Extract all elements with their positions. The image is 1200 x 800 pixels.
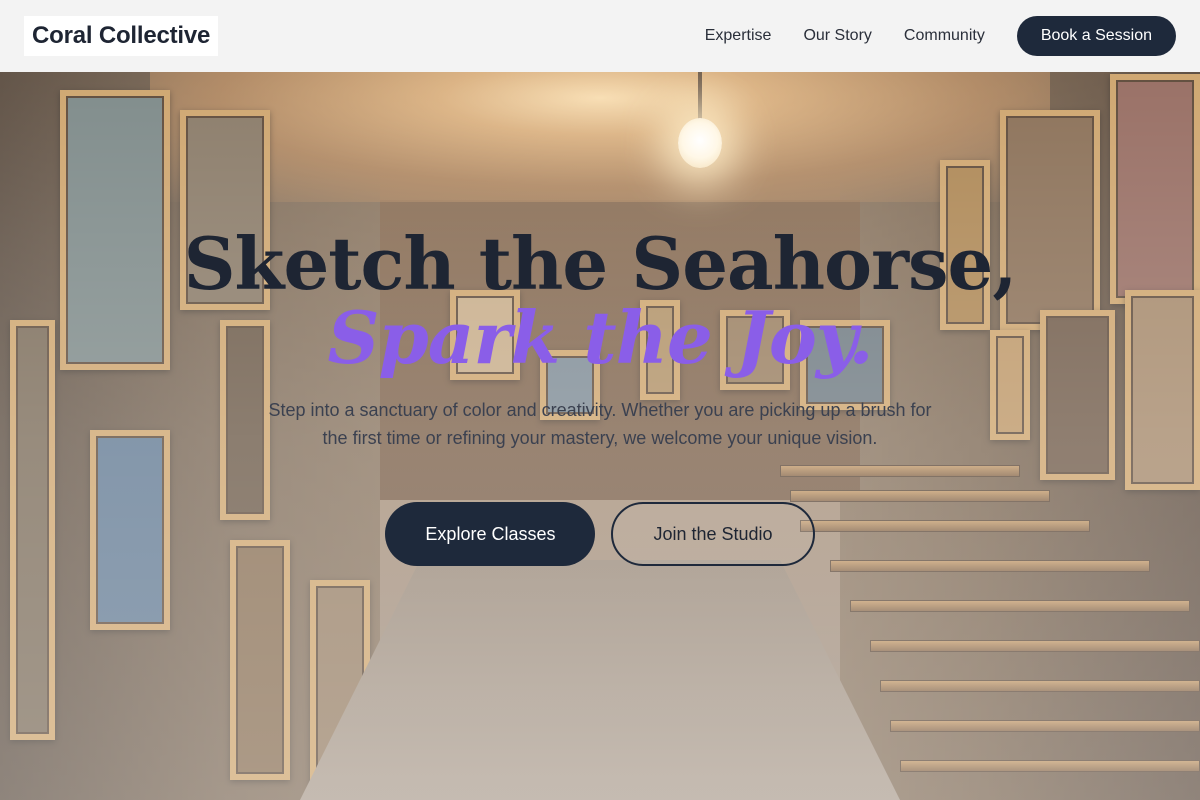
hero-lead-paragraph: Step into a sanctuary of color and creat… xyxy=(268,400,932,448)
hero-headline: Sketch the Seahorse, xyxy=(183,221,1018,306)
join-studio-button[interactable]: Join the Studio xyxy=(611,502,815,566)
top-navigation: Coral Collective Expertise Our Story Com… xyxy=(0,0,1200,72)
nav-link-community[interactable]: Community xyxy=(904,27,985,45)
brand-logo[interactable]: Coral Collective xyxy=(24,16,219,56)
hero-section: Sketch the Seahorse, Spark the Joy. Step… xyxy=(0,200,1200,566)
nav-links: Expertise Our Story Community Book a Ses… xyxy=(705,16,1176,56)
hero-subheadline: Spark the Joy. xyxy=(327,295,873,380)
nav-link-expertise[interactable]: Expertise xyxy=(705,27,772,45)
explore-classes-button[interactable]: Explore Classes xyxy=(385,502,596,566)
hero-cta-row: Explore Classes Join the Studio xyxy=(0,502,1200,566)
nav-link-our-story[interactable]: Our Story xyxy=(803,27,871,45)
book-session-button[interactable]: Book a Session xyxy=(1016,16,1176,56)
